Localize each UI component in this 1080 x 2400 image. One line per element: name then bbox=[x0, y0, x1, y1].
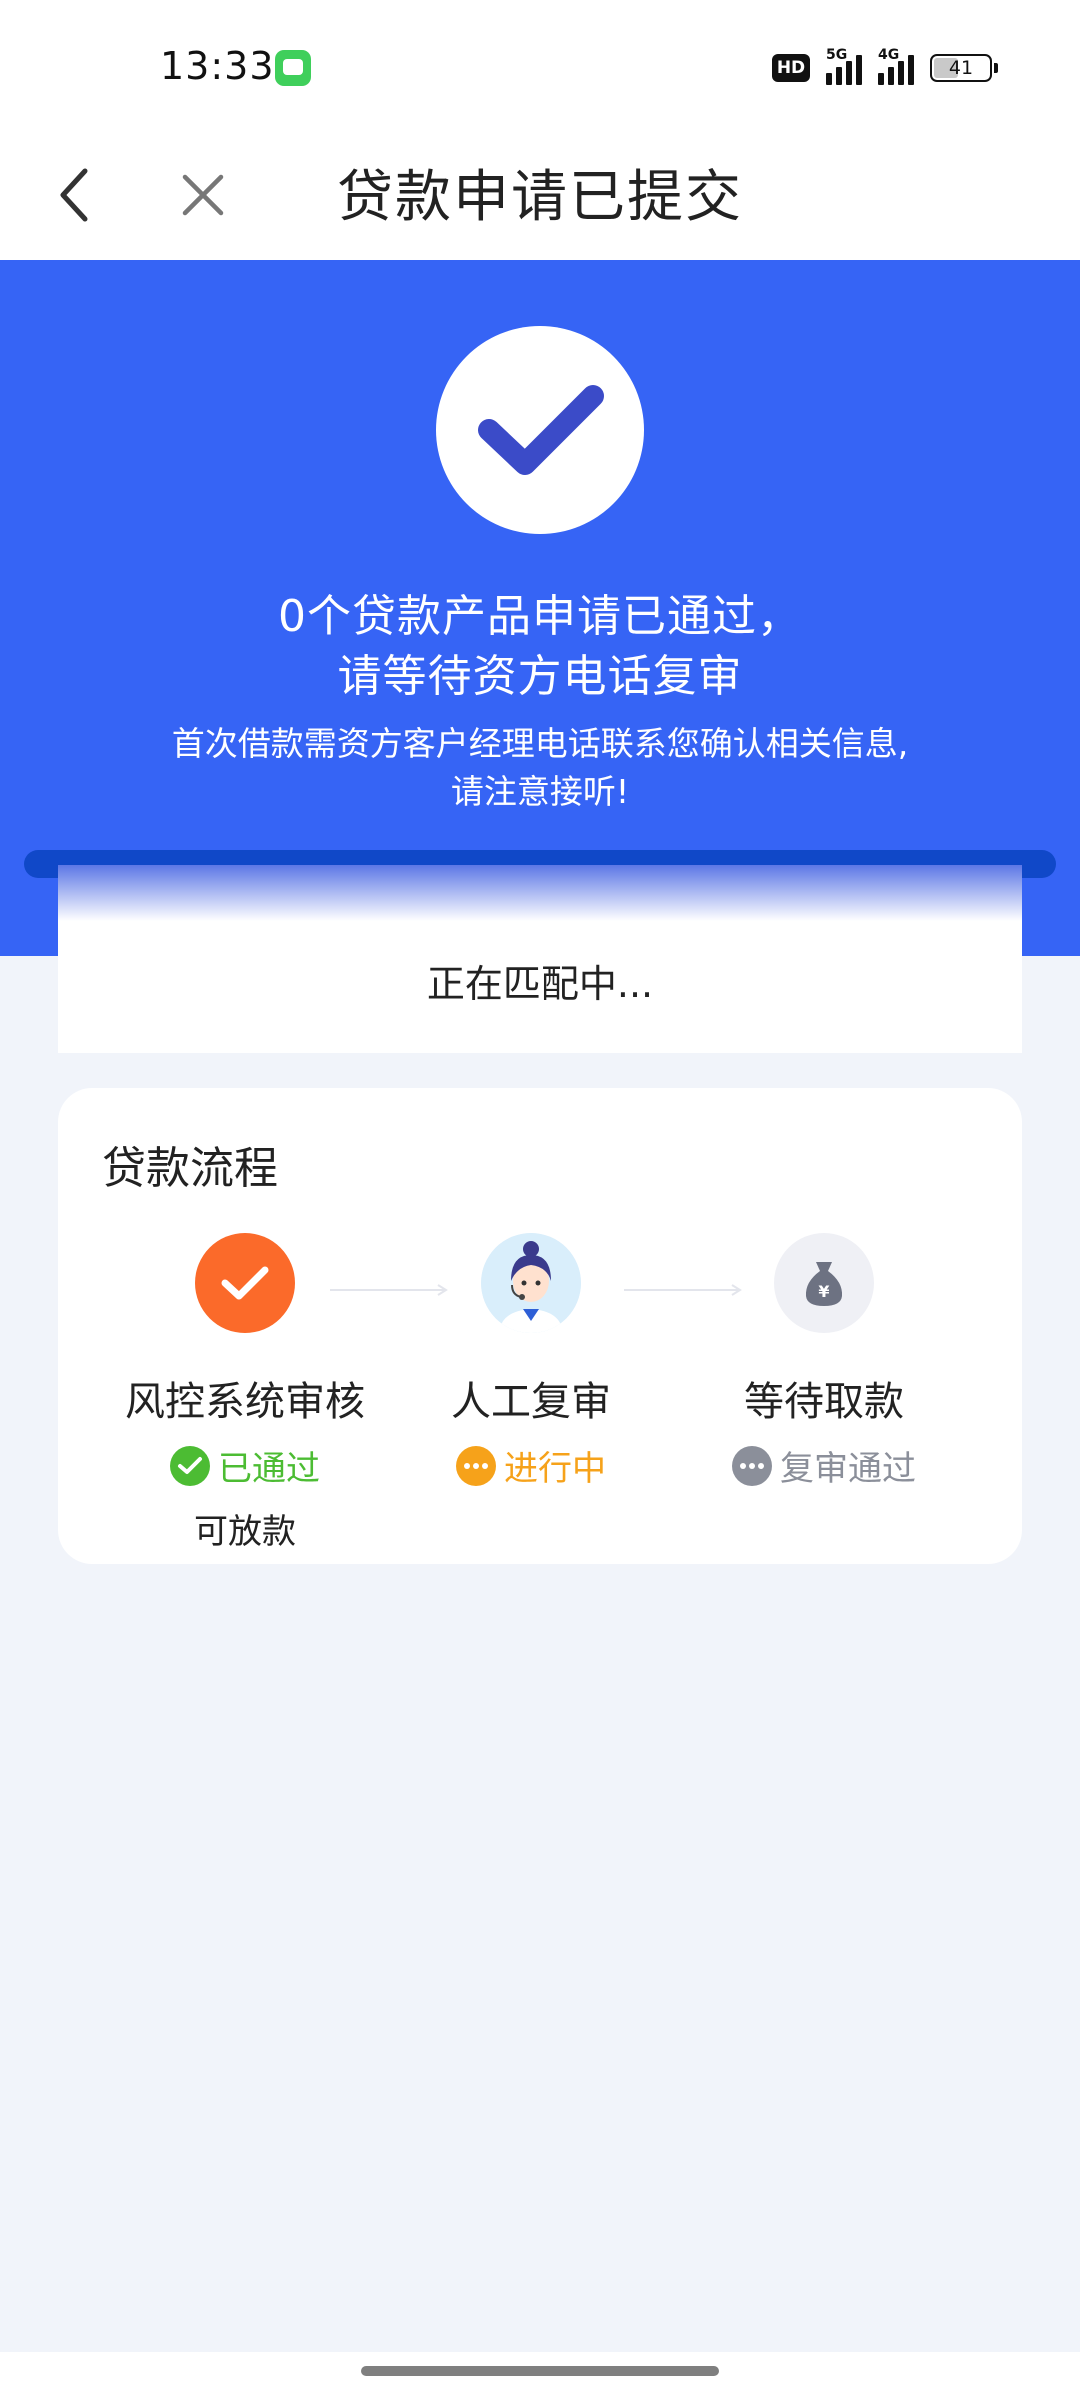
result-subtitle-line1: 首次借款需资方客户经理电话联系您确认相关信息, bbox=[171, 724, 909, 763]
hd-icon: HD bbox=[772, 54, 810, 82]
result-subtitle-line2: 请注意接听! bbox=[450, 772, 630, 811]
network-label-4g: 4G bbox=[878, 47, 900, 63]
signal-4g-icon: 4G bbox=[878, 47, 914, 85]
page-title: 贷款申请已提交 bbox=[337, 165, 743, 230]
step-status-label: 已通过 bbox=[218, 1449, 320, 1489]
step-status-label: 复审通过 bbox=[780, 1449, 916, 1489]
check-icon bbox=[478, 385, 604, 475]
money-bag-icon: ¥ bbox=[774, 1233, 874, 1333]
network-label-5g: 5G bbox=[826, 47, 848, 63]
success-banner: 0个贷款产品申请已通过， 请等待资方电话复审 首次借款需资方客户经理电话联系您确… bbox=[0, 260, 1080, 956]
check-icon bbox=[221, 1266, 269, 1300]
step-status: 已通过 bbox=[105, 1441, 385, 1490]
status-bar: 13:33 HD 5G 4G 41 bbox=[0, 0, 1080, 130]
process-step-manual-review: 人工复审 进行中 bbox=[391, 1233, 671, 1490]
step-name: 等待取款 bbox=[744, 1379, 904, 1425]
system-gesture-area bbox=[0, 2352, 1080, 2400]
navigation-bar: 贷款申请已提交 bbox=[0, 130, 1080, 260]
result-title-line2: 请等待资方电话复审 bbox=[337, 651, 743, 702]
matching-status-text: 正在匹配中... bbox=[426, 962, 654, 1006]
svg-text:¥: ¥ bbox=[818, 1282, 829, 1301]
matching-card: 正在匹配中... bbox=[58, 865, 1022, 1053]
battery-icon: 41 bbox=[930, 54, 998, 82]
step-status: 进行中 bbox=[391, 1441, 671, 1490]
step-note: 可放款 bbox=[194, 1512, 296, 1552]
step-name: 人工复审 bbox=[451, 1379, 611, 1425]
step-status: 复审通过 bbox=[684, 1441, 964, 1490]
status-indicators: HD 5G 4G 41 bbox=[772, 47, 998, 88]
step-status-label: 进行中 bbox=[504, 1449, 606, 1489]
customer-service-agent-icon bbox=[481, 1233, 581, 1333]
card-shadow bbox=[58, 865, 1022, 921]
signal-5g-icon: 5G bbox=[826, 47, 862, 85]
step-name: 风控系统审核 bbox=[125, 1379, 365, 1425]
battery-level: 41 bbox=[948, 57, 974, 79]
more-dots-icon bbox=[732, 1445, 772, 1486]
success-badge bbox=[436, 326, 644, 534]
process-step-risk-review: 风控系统审核 已通过 可放款 bbox=[105, 1233, 385, 1553]
step-check-badge bbox=[195, 1233, 295, 1333]
result-title-line1: 0个贷款产品申请已通过， bbox=[278, 591, 802, 642]
check-circle-icon bbox=[170, 1445, 210, 1486]
home-gesture-bar[interactable] bbox=[361, 2366, 719, 2376]
process-title: 贷款流程 bbox=[102, 1143, 278, 1194]
process-step-await-withdrawal: ¥ 等待取款 复审通过 bbox=[684, 1233, 964, 1490]
status-time: 13:33 bbox=[160, 44, 275, 88]
loan-process-card: 贷款流程 风控系统审核 已通过 可放款 人工复审 进行中 ¥ 等待取款 复审通过 bbox=[58, 1088, 1022, 1564]
more-dots-icon bbox=[456, 1445, 496, 1486]
message-app-icon bbox=[275, 50, 311, 86]
